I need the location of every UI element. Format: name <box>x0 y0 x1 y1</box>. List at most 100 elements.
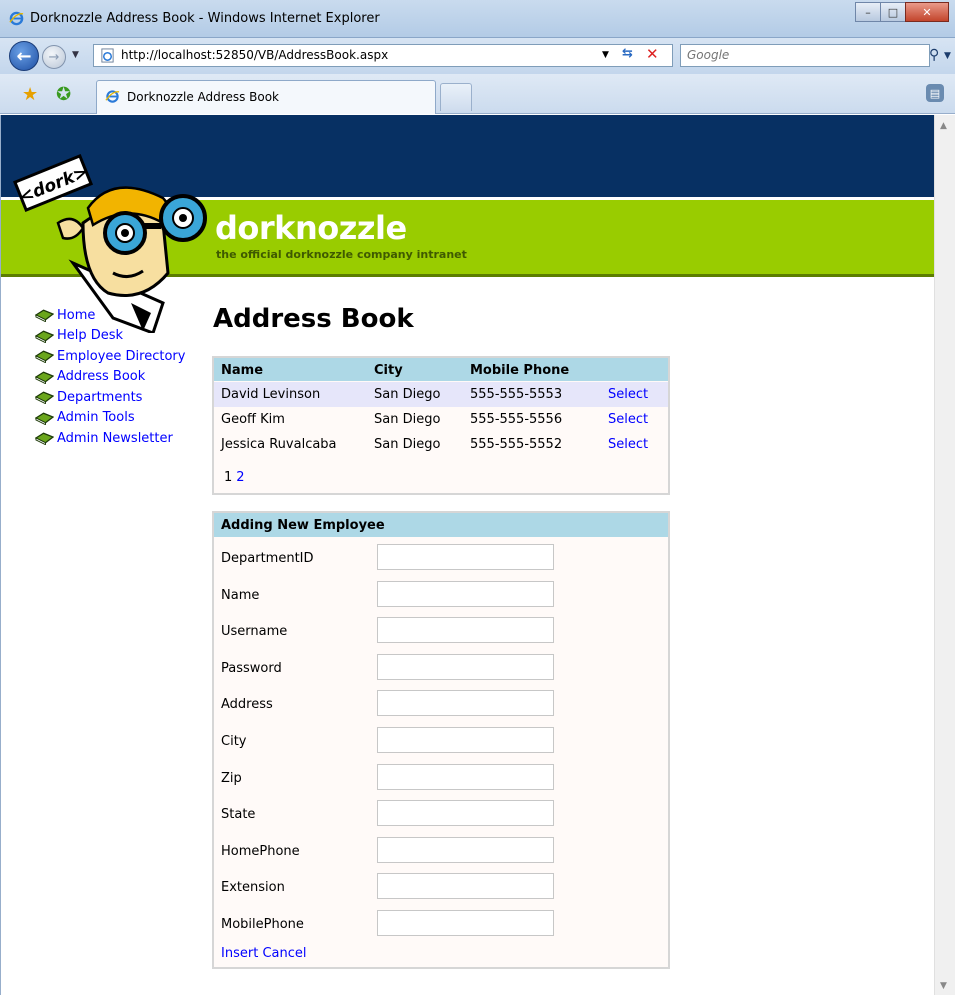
nav-link[interactable]: Admin Newsletter <box>57 431 173 446</box>
form-row-department-id: DepartmentID <box>214 541 668 578</box>
recent-pages-dropdown[interactable]: ▼ <box>72 50 79 60</box>
department-id-field[interactable] <box>377 544 554 570</box>
form-row-extension: Extension <box>214 870 668 907</box>
insert-link[interactable]: Insert <box>221 946 258 961</box>
form-row-name: Name <box>214 578 668 615</box>
nav-item-employee-directory[interactable]: Employee Directory <box>35 346 185 367</box>
url-text[interactable]: http://localhost:52850/VB/AddressBook.as… <box>121 48 388 62</box>
arrow-right-icon: → <box>48 49 60 65</box>
nav-item-help-desk[interactable]: Help Desk <box>35 326 185 347</box>
cell-name: Geoff Kim <box>221 412 285 427</box>
cell-name: David Levinson <box>221 387 321 402</box>
state-field[interactable] <box>377 800 554 827</box>
form-row-password: Password <box>214 651 668 688</box>
table-row: Geoff Kim San Diego 555-555-5556 Select <box>214 407 668 432</box>
pager-page-link[interactable]: 2 <box>236 470 244 485</box>
mobile-phone-field[interactable] <box>377 910 554 936</box>
password-field[interactable] <box>377 653 554 680</box>
field-label: Name <box>221 587 260 603</box>
nav-link[interactable]: Home <box>57 308 95 323</box>
ie-page-icon <box>101 48 114 63</box>
book-icon <box>35 391 54 405</box>
form-row-address: Address <box>214 687 668 724</box>
city-field[interactable] <box>377 727 554 753</box>
site-brand: dorknozzle <box>215 209 407 247</box>
nav-item-home[interactable]: Home <box>35 305 185 326</box>
search-options-dropdown[interactable]: ▼ <box>944 51 951 61</box>
stop-icon[interactable]: ✕ <box>646 45 659 63</box>
column-header-name: Name <box>221 363 264 378</box>
select-link[interactable]: Select <box>608 387 648 402</box>
window-titlebar: Dorknozzle Address Book - Windows Intern… <box>0 0 955 38</box>
field-label: Address <box>221 697 273 713</box>
book-icon <box>35 432 54 446</box>
cell-mobile-phone: 555-555-5556 <box>470 412 563 427</box>
employees-grid: Name City Mobile Phone David Levinson Sa… <box>212 356 670 495</box>
form-row-city: City <box>214 724 668 761</box>
nav-link[interactable]: Employee Directory <box>57 349 185 364</box>
forward-button[interactable]: → <box>42 45 66 69</box>
field-label: State <box>221 807 256 823</box>
favorites-star-icon[interactable]: ★ <box>22 84 38 105</box>
address-dropdown[interactable]: ▼ <box>602 50 609 60</box>
minimize-button[interactable]: – <box>855 2 881 22</box>
address-toolbar: ← → ▼ http://localhost:52850/VB/AddressB… <box>0 38 955 74</box>
zip-field[interactable] <box>377 763 554 790</box>
field-label: Username <box>221 624 288 640</box>
cell-city: San Diego <box>374 437 441 452</box>
extension-field[interactable] <box>377 873 554 900</box>
tab-dorknozzle-address-book[interactable]: Dorknozzle Address Book <box>96 80 436 114</box>
nav-link[interactable]: Address Book <box>57 369 145 384</box>
book-icon <box>35 309 54 323</box>
book-icon <box>35 350 54 364</box>
username-field[interactable] <box>377 617 554 644</box>
new-tab-button[interactable] <box>440 83 472 111</box>
field-label: MobilePhone <box>221 917 304 932</box>
tab-bar: ★ ✪ Dorknozzle Address Book ▤ <box>0 74 955 114</box>
cancel-link[interactable]: Cancel <box>262 946 306 961</box>
back-button[interactable]: ← <box>9 41 39 71</box>
refresh-icon[interactable]: ⇆ <box>622 46 633 61</box>
home-phone-field[interactable] <box>377 836 554 863</box>
vertical-scrollbar[interactable]: ▲ ▼ <box>934 115 955 995</box>
name-field[interactable] <box>377 580 554 607</box>
new-employee-form: Adding New Employee DepartmentID Name Us… <box>212 511 670 969</box>
field-label: DepartmentID <box>221 551 314 566</box>
feeds-icon[interactable]: ▤ <box>926 84 944 102</box>
address-field[interactable] <box>377 690 554 717</box>
nav-link[interactable]: Departments <box>57 390 142 405</box>
field-label: HomePhone <box>221 843 300 859</box>
nav-item-admin-tools[interactable]: Admin Tools <box>35 408 185 429</box>
scroll-down-arrow-icon[interactable]: ▼ <box>940 981 947 991</box>
form-header-title: Adding New Employee <box>221 518 385 533</box>
nav-item-departments[interactable]: Departments <box>35 387 185 408</box>
site-tagline: the official dorknozzle company intranet <box>216 248 467 261</box>
address-bar[interactable]: http://localhost:52850/VB/AddressBook.as… <box>93 44 673 67</box>
ie-page-icon <box>105 90 120 103</box>
search-box[interactable] <box>680 44 930 67</box>
select-link[interactable]: Select <box>608 437 648 452</box>
search-icon[interactable]: ⚲ <box>929 47 939 63</box>
cell-city: San Diego <box>374 412 441 427</box>
close-button[interactable]: ✕ <box>905 2 949 22</box>
field-label: Zip <box>221 770 242 786</box>
nav-link[interactable]: Help Desk <box>57 328 123 343</box>
nav-item-admin-newsletter[interactable]: Admin Newsletter <box>35 428 185 449</box>
scroll-up-arrow-icon[interactable]: ▲ <box>940 121 947 131</box>
table-row: David Levinson San Diego 555-555-5553 Se… <box>214 382 668 407</box>
grid-header: Name City Mobile Phone <box>214 358 668 381</box>
window-controls: – □ ✕ <box>855 2 949 22</box>
nav-item-address-book[interactable]: Address Book <box>35 367 185 388</box>
select-link[interactable]: Select <box>608 412 648 427</box>
form-actions: Insert Cancel <box>221 946 306 961</box>
add-favorites-icon[interactable]: ✪ <box>56 84 71 105</box>
search-input[interactable] <box>687 48 887 62</box>
book-icon <box>35 371 54 384</box>
nav-link[interactable]: Admin Tools <box>57 410 135 425</box>
maximize-button[interactable]: □ <box>880 2 906 22</box>
grid-pager: 12 <box>224 470 245 485</box>
form-row-zip: Zip <box>214 761 668 798</box>
cell-city: San Diego <box>374 387 441 402</box>
form-row-username: Username <box>214 614 668 651</box>
book-icon <box>35 412 54 425</box>
